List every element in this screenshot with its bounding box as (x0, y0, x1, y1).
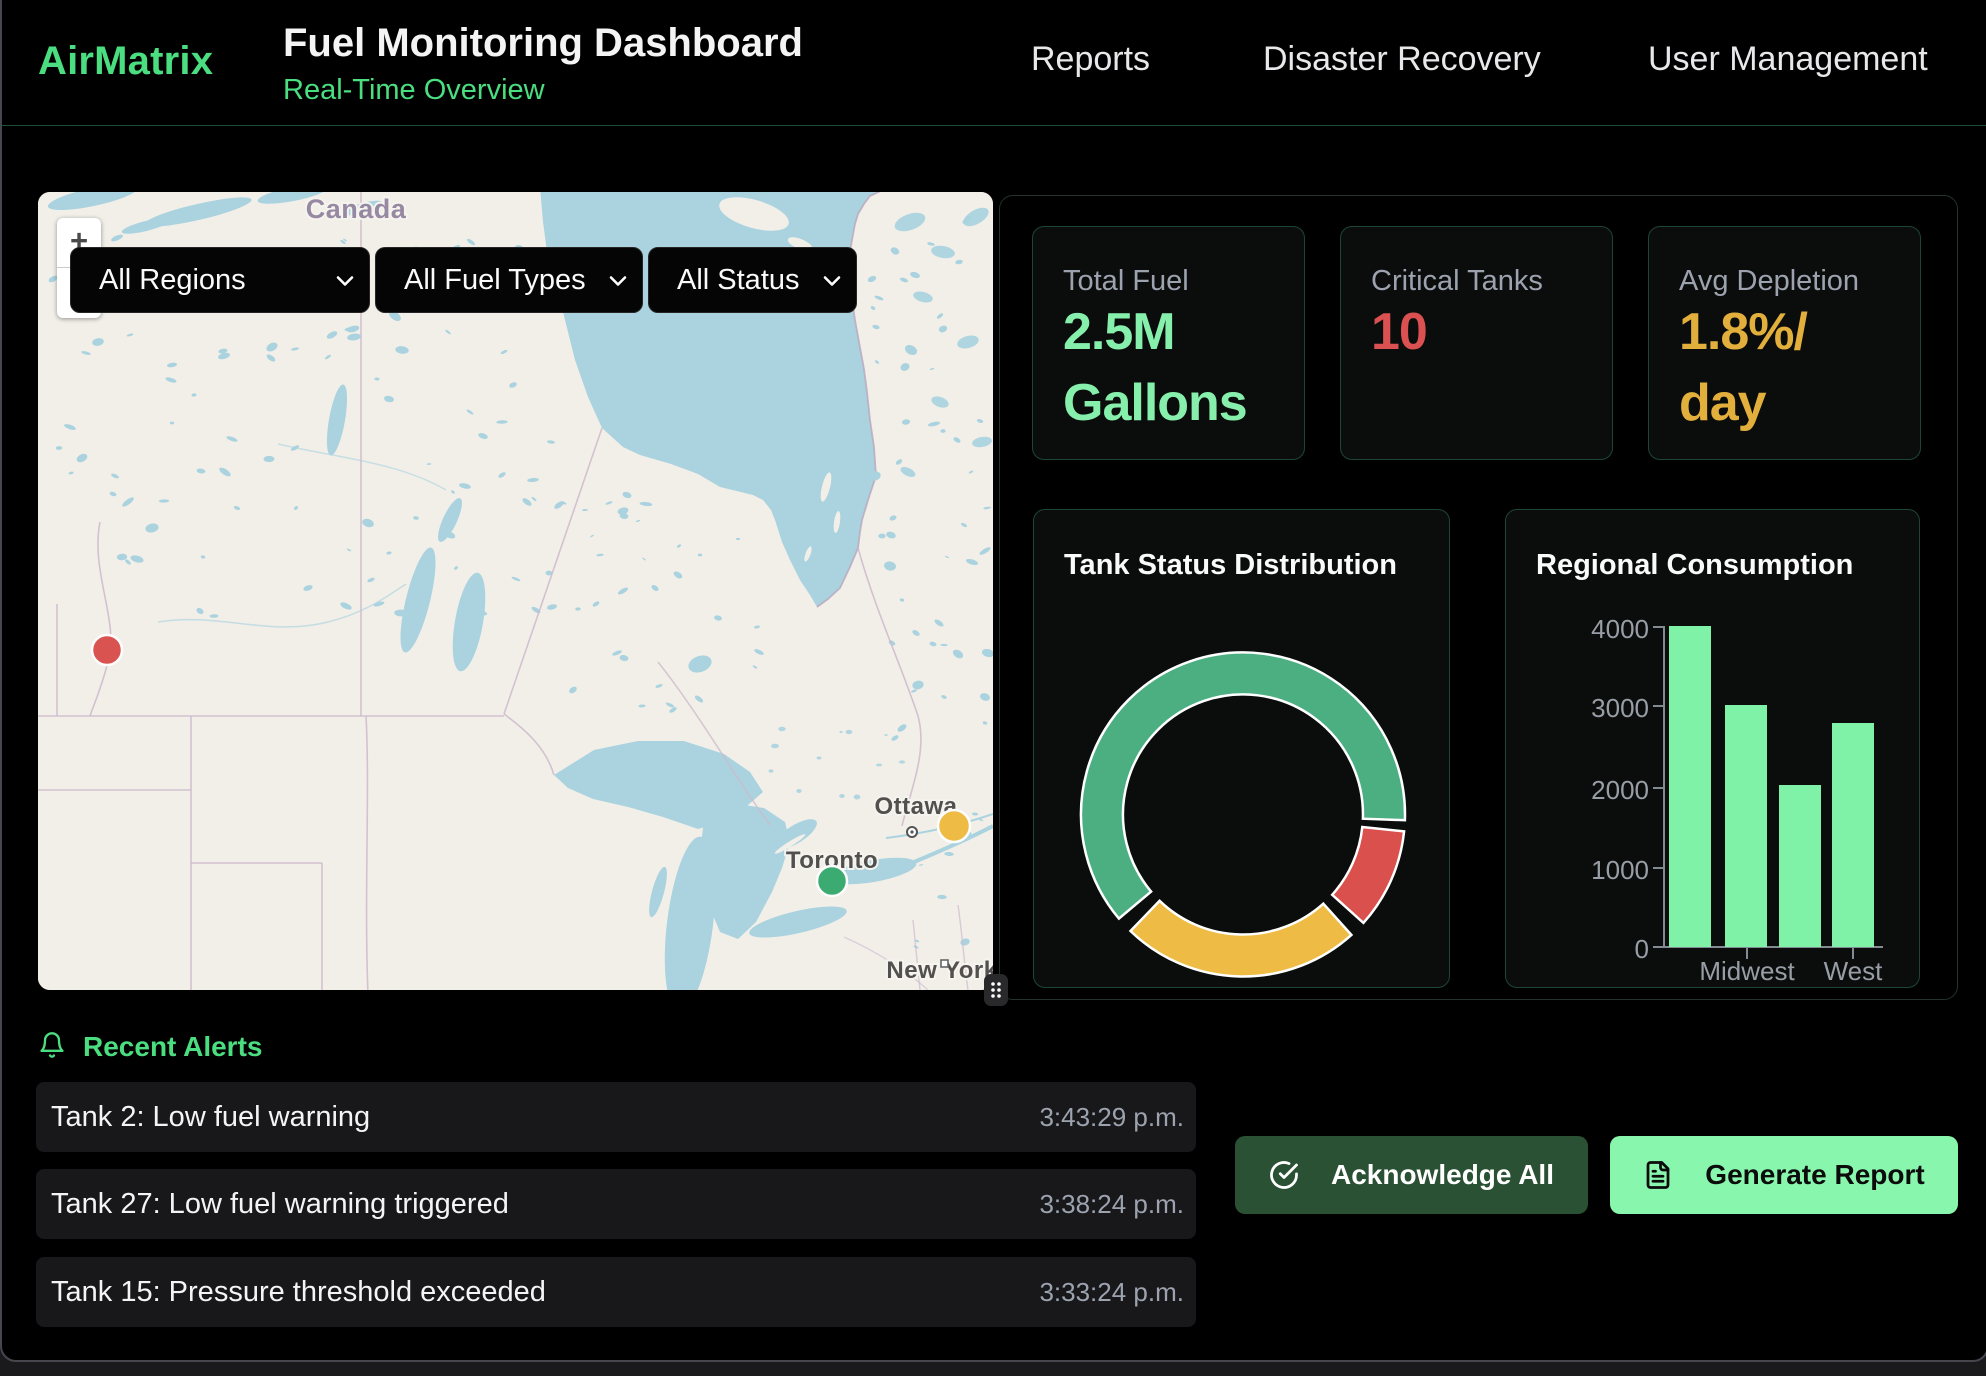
svg-text:Midwest: Midwest (1699, 956, 1795, 986)
svg-text:3000: 3000 (1591, 693, 1649, 723)
svg-text:Canada: Canada (306, 194, 407, 224)
svg-text:New York: New York (886, 957, 993, 984)
svg-text:4000: 4000 (1591, 614, 1649, 644)
svg-text:0: 0 (1635, 934, 1649, 964)
svg-text:2000: 2000 (1591, 775, 1649, 805)
svg-text:1000: 1000 (1591, 855, 1649, 885)
svg-text:West: West (1824, 956, 1884, 986)
